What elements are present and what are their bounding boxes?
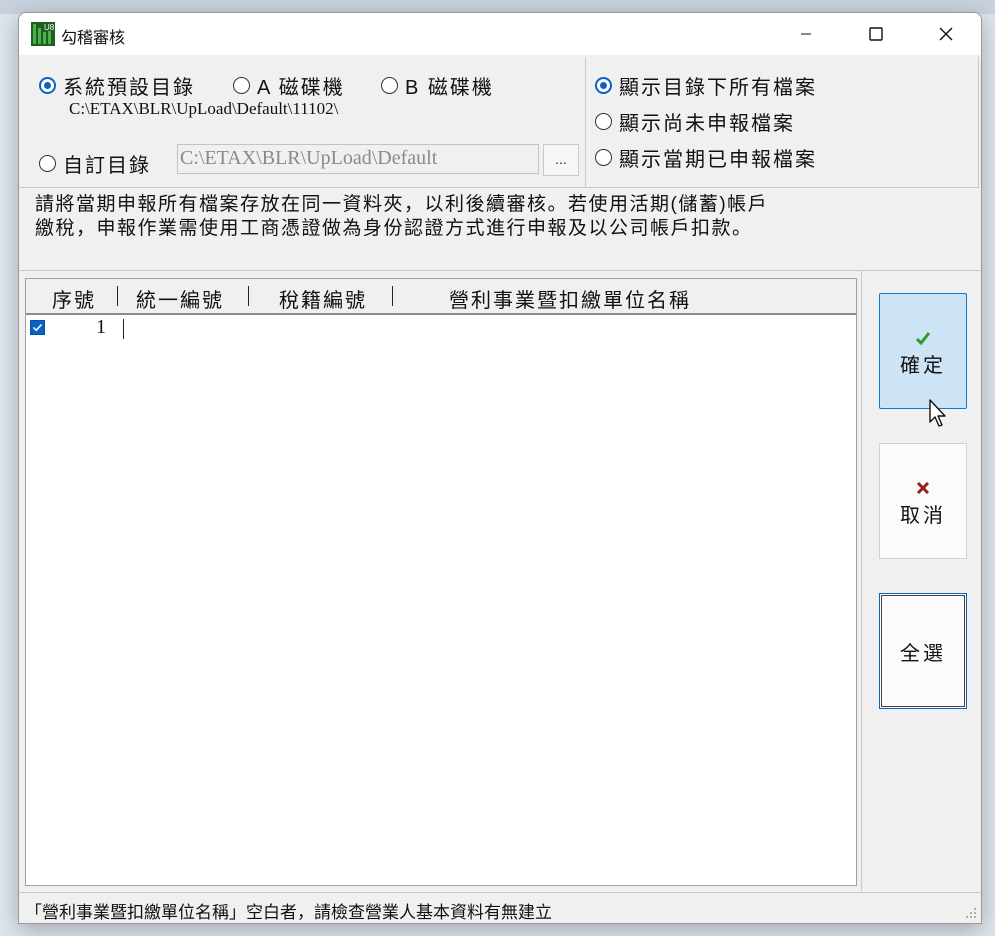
column-separator — [392, 286, 393, 306]
default-path-text: C:\ETAX\BLR\UpLoad\Default\11102\ — [69, 99, 339, 118]
radio-show-unfiled[interactable]: 顯示尚未申報檔案 — [595, 107, 795, 136]
radio-default-directory-label: 系統預設目錄 — [63, 77, 195, 99]
radio-drive-b-indicator — [381, 77, 398, 94]
grid-header: 序號 統一編號 稅籍編號 營利事業暨扣繳單位名稱 — [26, 279, 856, 315]
column-separator — [248, 286, 249, 306]
app-icon: U8 — [31, 22, 55, 46]
radio-custom-directory[interactable]: 自訂目錄 — [39, 149, 151, 178]
radio-custom-directory-indicator — [39, 155, 56, 172]
column-header-tax-id[interactable]: 統一編號 — [136, 284, 224, 313]
radio-show-all-files-label: 顯示目錄下所有檔案 — [619, 77, 817, 99]
radio-show-filed[interactable]: 顯示當期已申報檔案 — [595, 143, 817, 172]
radio-show-all-files[interactable]: 顯示目錄下所有檔案 — [595, 71, 817, 100]
radio-drive-a-indicator — [233, 77, 250, 94]
radio-custom-directory-label: 自訂目錄 — [63, 155, 151, 177]
cancel-button-label: 取消 — [900, 504, 946, 527]
divider — [861, 271, 862, 891]
info-line-2: 繳稅，申報作業需使用工商憑證做為身份認證方式進行申報及以公司帳戶扣款。 — [35, 218, 753, 239]
title-bar: U8 勾稽審核 — [19, 13, 981, 55]
x-icon — [916, 475, 930, 495]
maximize-icon — [869, 27, 883, 41]
close-button[interactable] — [911, 13, 981, 55]
radio-default-directory-indicator — [39, 77, 56, 94]
info-line-1: 請將當期申報所有檔案存放在同一資料夾，以利後續審核。若使用活期(儲蓄)帳戶 — [35, 194, 769, 215]
radio-drive-a-label: A 磁碟機 — [257, 77, 345, 99]
table-row[interactable]: 1 — [26, 315, 856, 341]
checkmark-icon — [32, 323, 43, 332]
radio-drive-b-label: B 磁碟機 — [405, 77, 494, 99]
row-seq: 1 — [96, 316, 106, 338]
radio-show-filed-label: 顯示當期已申報檔案 — [619, 149, 817, 171]
info-message: 請將當期申報所有檔案存放在同一資料夾，以利後續審核。若使用活期(儲蓄)帳戶 繳稅… — [35, 193, 935, 241]
resize-grip-icon[interactable] — [965, 907, 977, 919]
column-header-company-name[interactable]: 營利事業暨扣繳單位名稱 — [449, 284, 691, 313]
status-text: 「營利事業暨扣繳單位名稱」空白者，請檢查營業人基本資料有無建立 — [25, 903, 552, 922]
cancel-button[interactable]: 取消 — [879, 443, 967, 559]
column-separator — [117, 286, 118, 306]
radio-drive-b[interactable]: B 磁碟機 — [381, 71, 494, 100]
status-bar: 「營利事業暨扣繳單位名稱」空白者，請檢查營業人基本資料有無建立 — [19, 892, 981, 923]
row-checkbox[interactable] — [30, 320, 45, 335]
column-header-tax-reg-no[interactable]: 稅籍編號 — [279, 284, 367, 313]
file-grid[interactable]: 序號 統一編號 稅籍編號 營利事業暨扣繳單位名稱 1 — [25, 278, 857, 886]
radio-show-unfiled-indicator — [595, 113, 612, 130]
column-header-seq[interactable]: 序號 — [52, 284, 96, 313]
select-all-button-label: 全選 — [900, 642, 946, 665]
confirm-button-label: 確定 — [900, 354, 946, 377]
confirm-button[interactable]: 確定 — [879, 293, 967, 409]
check-icon — [915, 325, 931, 345]
radio-show-all-files-indicator — [595, 77, 612, 94]
minimize-icon — [801, 33, 811, 35]
close-icon — [939, 27, 953, 41]
divider — [19, 270, 981, 271]
minimize-button[interactable] — [771, 13, 841, 55]
radio-show-filed-indicator — [595, 149, 612, 166]
window-title: 勾稽審核 — [61, 30, 126, 47]
maximize-button[interactable] — [841, 13, 911, 55]
radio-show-unfiled-label: 顯示尚未申報檔案 — [619, 113, 795, 135]
app-icon-label: U8 — [44, 23, 55, 32]
column-separator — [123, 319, 124, 339]
select-all-button[interactable]: 全選 — [879, 593, 967, 709]
radio-drive-a[interactable]: A 磁碟機 — [233, 71, 345, 100]
mouse-cursor-icon — [929, 399, 946, 427]
radio-default-directory[interactable]: 系統預設目錄 — [39, 71, 195, 100]
custom-path-input[interactable]: C:\ETAX\BLR\UpLoad\Default — [177, 144, 539, 174]
dialog-window: U8 勾稽審核 系統預設目錄 A 磁碟機 B 磁碟機 C:\ETAX\BLR\U… — [18, 12, 982, 924]
browse-button[interactable]: ... — [543, 144, 579, 176]
